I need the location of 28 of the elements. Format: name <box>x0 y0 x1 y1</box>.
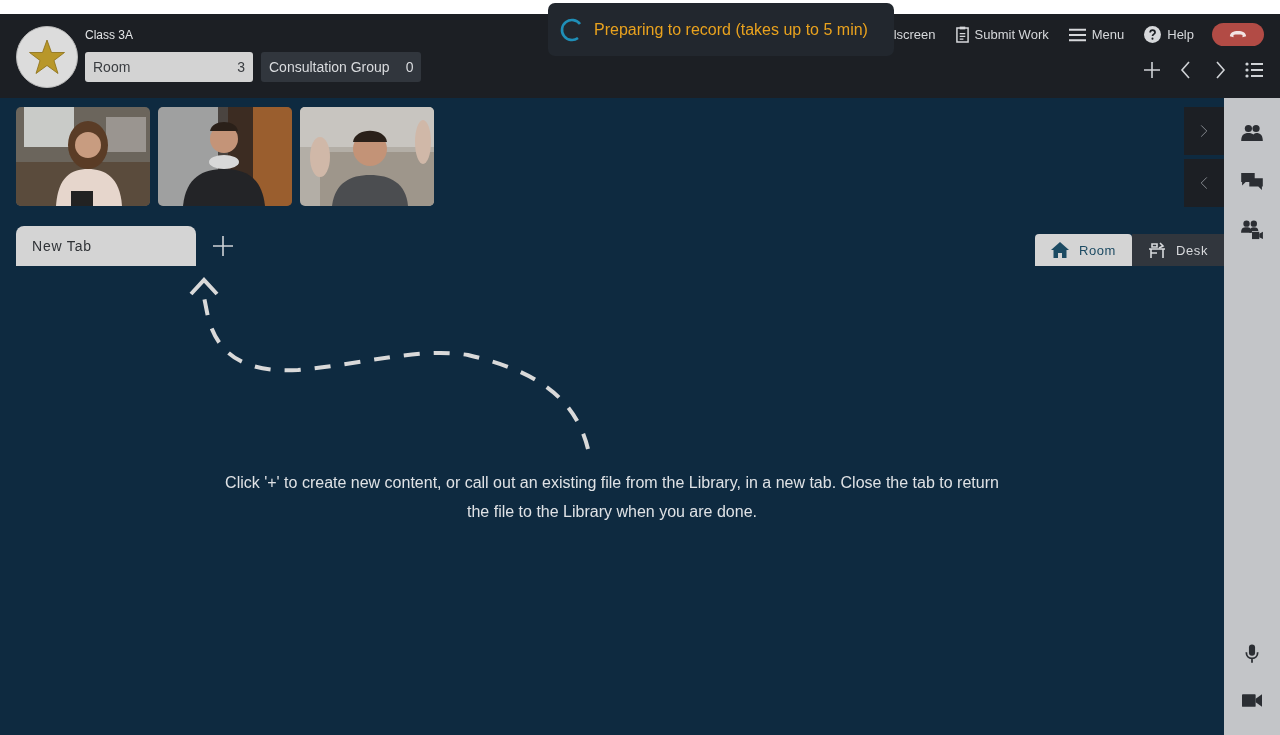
menu-button[interactable]: Menu <box>1066 27 1125 42</box>
menu-icon <box>1068 27 1086 42</box>
hang-up-button[interactable] <box>1212 23 1264 46</box>
home-icon <box>1050 242 1069 258</box>
phone-icon <box>1229 30 1247 39</box>
class-name: Class 3A <box>85 27 135 43</box>
desk-icon <box>1147 242 1166 258</box>
empty-state-hint: Click '+' to create new content, or call out an existing file from the Library, in a new tab. Close the tab to return the file to the Library when you are done. <box>224 473 1000 522</box>
group-button[interactable]: Room 3 <box>85 52 253 82</box>
add-icon[interactable] <box>1142 60 1162 80</box>
list-icon[interactable] <box>1244 60 1264 80</box>
tab[interactable]: New Tab <box>16 226 196 266</box>
view-tab[interactable]: Desk <box>1131 234 1224 266</box>
add-tab-icon[interactable] <box>212 235 234 257</box>
group-button[interactable]: Consultation Group 0 <box>261 52 422 82</box>
spinner-icon <box>560 17 584 42</box>
video-camera-icon[interactable] <box>1242 694 1262 707</box>
toast-message: Preparing to record (takes up to 5 min) <box>594 20 868 39</box>
participants-icon[interactable] <box>1241 124 1263 142</box>
clipboard-icon <box>955 26 969 43</box>
chat-icon[interactable] <box>1241 172 1263 190</box>
help-icon <box>1144 26 1162 43</box>
submit-button[interactable]: Submit Work <box>953 26 1049 43</box>
help-button[interactable]: Help <box>1142 26 1194 43</box>
view-tab[interactable]: Room <box>1034 234 1132 266</box>
group-video-icon[interactable] <box>1241 220 1263 240</box>
microphone-icon[interactable] <box>1245 644 1259 664</box>
fullscreen-button[interactable]: lscreen <box>891 27 936 42</box>
